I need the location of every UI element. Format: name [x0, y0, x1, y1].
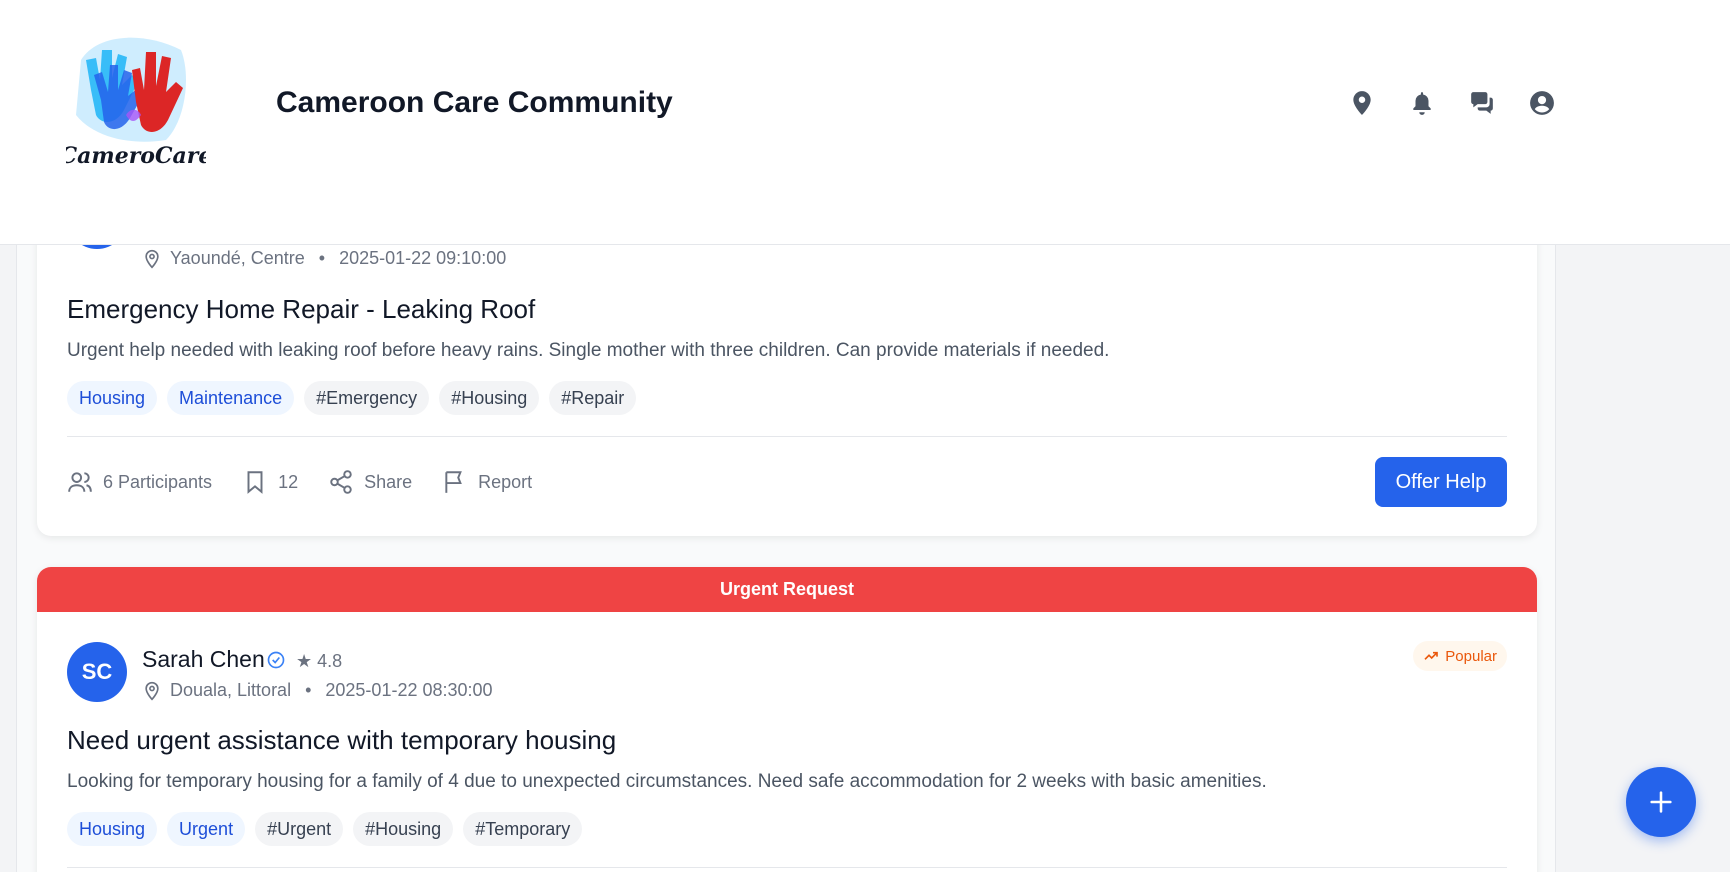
- report-button[interactable]: Report: [442, 469, 532, 495]
- site-header: CameroCare Cameroon Care Community: [0, 0, 1730, 245]
- avatar[interactable]: SC: [67, 642, 127, 702]
- create-post-button[interactable]: [1626, 767, 1696, 837]
- bookmark-count: 12: [278, 471, 299, 492]
- post-card: Urgent Request SC Sarah Chen ★ 4.8 Popul…: [37, 567, 1537, 872]
- post-timestamp: 2025-01-22 08:30:00: [325, 680, 493, 700]
- post-timestamp: 2025-01-22 09:10:00: [339, 248, 507, 268]
- separator-dot: •: [318, 248, 326, 268]
- notifications-button[interactable]: [1407, 88, 1437, 118]
- post-title[interactable]: Emergency Home Repair - Leaking Roof: [67, 294, 535, 325]
- popular-badge: Popular: [1413, 641, 1507, 671]
- site-logo[interactable]: CameroCare: [60, 30, 212, 170]
- report-label: Report: [478, 471, 533, 492]
- participants-button[interactable]: 6 Participants: [67, 469, 212, 495]
- post-location: Douala, Littoral: [170, 680, 292, 700]
- location-pin-icon: [145, 681, 159, 701]
- share-icon: [330, 470, 352, 494]
- post-title[interactable]: Need urgent assistance with temporary ho…: [67, 725, 616, 756]
- hashtag[interactable]: #Emergency: [304, 381, 430, 415]
- trending-up-icon: [1424, 651, 1439, 660]
- hashtag[interactable]: #Temporary: [463, 812, 583, 846]
- location-pin-icon: [145, 249, 159, 269]
- post-meta: Yaoundé, Centre • 2025-01-22 09:10:00: [142, 248, 506, 269]
- hashtag[interactable]: #Housing: [353, 812, 454, 846]
- category-tag[interactable]: Maintenance: [167, 381, 295, 415]
- separator-dot: •: [305, 680, 312, 700]
- users-icon: [68, 472, 92, 492]
- hashtag[interactable]: #Repair: [549, 381, 637, 415]
- location-button[interactable]: [1347, 88, 1377, 118]
- bookmark-button[interactable]: 12: [242, 469, 298, 495]
- popular-label: Popular: [1445, 647, 1497, 665]
- hands-logo-image: CameroCare: [60, 37, 212, 169]
- bookmark-icon: [247, 471, 263, 494]
- profile-button[interactable]: [1527, 88, 1557, 118]
- urgent-banner: Urgent Request: [37, 567, 1537, 612]
- post-meta: Douala, Littoral • 2025-01-22 08:30:00: [142, 680, 493, 701]
- site-title: Cameroon Care Community: [276, 86, 673, 119]
- post-location: Yaoundé, Centre: [170, 248, 305, 268]
- bell-icon: [1413, 92, 1431, 115]
- post-actions: 6 Participants 12 Share Report: [67, 469, 532, 495]
- tag-list: Housing Urgent #Urgent #Housing #Tempora…: [67, 812, 583, 846]
- share-button[interactable]: Share: [328, 469, 412, 495]
- hashtag[interactable]: #Housing: [439, 381, 540, 415]
- flag-icon: [445, 471, 462, 493]
- author-name[interactable]: Sarah Chen: [142, 646, 265, 673]
- chat-icon: [1471, 92, 1493, 114]
- verified-icon: [267, 651, 285, 669]
- author-rating: ★ 4.8: [296, 651, 343, 671]
- user-icon: [1530, 91, 1554, 115]
- logo-text: CameroCare: [66, 143, 206, 169]
- category-tag[interactable]: Urgent: [167, 812, 246, 846]
- hashtag[interactable]: #Urgent: [255, 812, 344, 846]
- plus-icon: [1650, 791, 1672, 813]
- category-tag[interactable]: Housing: [67, 381, 158, 415]
- post-description: Looking for temporary housing for a fami…: [67, 771, 1267, 792]
- participants-count: 6 Participants: [103, 471, 213, 492]
- category-tag[interactable]: Housing: [67, 812, 158, 846]
- tag-list: Housing Maintenance #Emergency #Housing …: [67, 381, 637, 415]
- share-label: Share: [364, 471, 413, 492]
- divider: [67, 867, 1507, 868]
- divider: [67, 436, 1507, 437]
- post-description: Urgent help needed with leaking roof bef…: [67, 340, 1110, 361]
- offer-help-button[interactable]: Offer Help: [1375, 457, 1507, 507]
- location-icon: [1353, 91, 1371, 115]
- messages-button[interactable]: [1467, 88, 1497, 118]
